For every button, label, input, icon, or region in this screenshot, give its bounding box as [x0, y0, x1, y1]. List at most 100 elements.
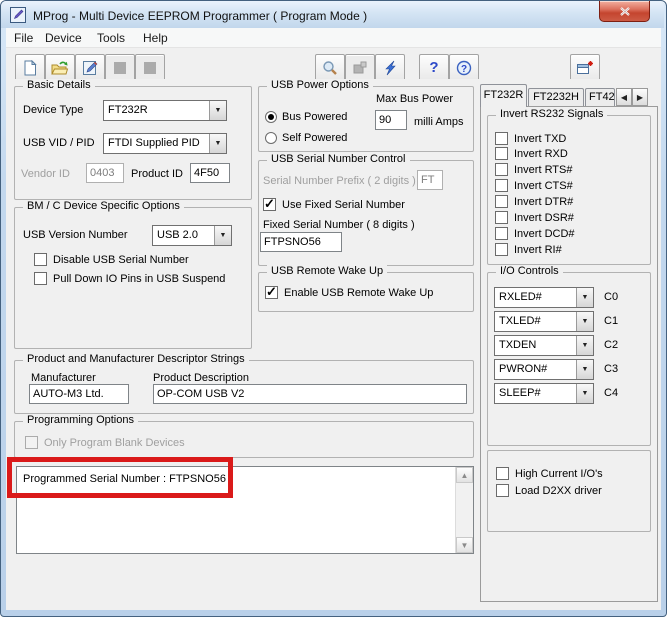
group-title: BM / C Device Specific Options	[23, 200, 184, 212]
blank-icon	[114, 61, 126, 74]
open-button[interactable]	[45, 54, 75, 81]
program-device-button[interactable]	[375, 54, 405, 81]
question-icon: ?	[429, 59, 439, 76]
dropdown-arrow-icon[interactable]	[209, 134, 226, 153]
enable-wakeup-checkbox[interactable]	[265, 284, 278, 300]
c1-select[interactable]: TXLED#	[494, 311, 594, 332]
group-title: Product and Manufacturer Descriptor Stri…	[23, 353, 249, 365]
group-title: Invert RS232 Signals	[496, 108, 608, 120]
max-bus-power-field[interactable]	[375, 110, 407, 130]
tab-ft4232h[interactable]: FT423	[585, 88, 615, 106]
c3-select[interactable]: PWRON#	[494, 359, 594, 380]
product-id-label: Product ID	[131, 168, 183, 180]
screenshot-root: MProg - Multi Device EEPROM Programmer (…	[0, 0, 667, 621]
c0-select[interactable]: RXLED#	[494, 287, 594, 308]
descriptor-strings-group: Product and Manufacturer Descriptor Stri…	[14, 353, 474, 414]
pull-down-io-label: Pull Down IO Pins in USB Suspend	[53, 273, 226, 285]
product-description-field[interactable]	[153, 384, 467, 404]
invert-ri-checkbox[interactable]	[495, 243, 508, 256]
invert-ri-label: Invert RI#	[514, 244, 562, 256]
c4-select[interactable]: SLEEP#	[494, 383, 594, 404]
high-current-label: High Current I/O's	[515, 468, 603, 480]
product-id-field[interactable]	[190, 163, 230, 183]
self-powered-radio[interactable]	[265, 132, 277, 144]
c4-pin-label: C4	[604, 387, 619, 399]
c0-pin-label: C0	[604, 291, 619, 303]
remote-wakeup-group: USB Remote Wake Up Enable USB Remote Wak…	[258, 265, 474, 312]
invert-dtr-checkbox[interactable]	[495, 195, 508, 208]
c2-select[interactable]: TXDEN	[494, 335, 594, 356]
bus-powered-radio[interactable]	[265, 111, 277, 123]
menu-tools[interactable]: Tools	[97, 31, 125, 45]
milli-amps-label: milli Amps	[414, 116, 464, 128]
device-type-select[interactable]: FT232R	[103, 100, 227, 121]
disable-usb-serial-checkbox[interactable]	[34, 253, 47, 266]
invert-rts-checkbox[interactable]	[495, 163, 508, 176]
scroll-up-button[interactable]	[456, 467, 473, 483]
vid-pid-label: USB VID / PID	[23, 137, 95, 149]
dropdown-arrow-icon[interactable]	[576, 384, 593, 403]
tab-ft232r[interactable]: FT232R	[480, 84, 527, 107]
help-button[interactable]: ?	[419, 54, 449, 81]
device-type-label: Device Type	[23, 104, 84, 116]
menu-file[interactable]: File	[14, 31, 33, 45]
pull-down-io-checkbox[interactable]	[34, 272, 47, 285]
vid-pid-select[interactable]: FTDI Supplied PID	[103, 133, 227, 154]
fixed-serial-field[interactable]	[260, 232, 342, 252]
dropdown-arrow-icon[interactable]	[214, 226, 231, 245]
menu-help[interactable]: Help	[143, 31, 168, 45]
only-blank-checkbox	[25, 436, 38, 449]
invert-txd-label: Invert TXD	[514, 133, 567, 145]
edit-button[interactable]	[75, 54, 105, 81]
bm-options-group: BM / C Device Specific Options USB Versi…	[14, 200, 252, 349]
disable-usb-serial-label: Disable USB Serial Number	[53, 254, 189, 266]
manufacturer-field[interactable]	[29, 384, 129, 404]
exit-button[interactable]	[570, 54, 600, 81]
app-icon[interactable]	[10, 7, 26, 23]
output-scrollbar	[455, 467, 473, 553]
disabled-button-2	[135, 54, 165, 81]
dropdown-arrow-icon[interactable]	[209, 101, 226, 120]
use-fixed-serial-checkbox[interactable]	[263, 196, 276, 212]
tab-scroll-right-button[interactable]	[632, 88, 648, 106]
group-title: I/O Controls	[496, 265, 563, 277]
group-title: USB Serial Number Control	[267, 153, 410, 165]
scroll-down-button[interactable]	[456, 537, 473, 553]
only-blank-label: Only Program Blank Devices	[44, 437, 185, 449]
dropdown-arrow-icon[interactable]	[576, 312, 593, 331]
about-button[interactable]: ?	[449, 54, 479, 81]
serial-prefix-label: Serial Number Prefix ( 2 digits )	[263, 175, 416, 187]
menu-bar: File Device Tools Help	[6, 28, 661, 48]
invert-rxd-checkbox[interactable]	[495, 147, 508, 160]
group-title: USB Remote Wake Up	[267, 265, 388, 277]
invert-signals-group: Invert RS232 Signals Invert TXD Invert R…	[487, 108, 651, 265]
output-log: Programmed Serial Number : FTPSNO56	[16, 466, 474, 554]
menu-device[interactable]: Device	[45, 31, 82, 45]
close-button[interactable]	[599, 1, 650, 22]
invert-cts-checkbox[interactable]	[495, 179, 508, 192]
open-folder-icon	[51, 61, 69, 74]
invert-dcd-checkbox[interactable]	[495, 227, 508, 240]
new-file-icon	[24, 59, 37, 75]
dropdown-arrow-icon[interactable]	[576, 360, 593, 379]
programming-options-group: Programming Options Only Program Blank D…	[14, 414, 474, 458]
high-current-checkbox[interactable]	[496, 467, 509, 480]
dropdown-arrow-icon[interactable]	[576, 336, 593, 355]
dropdown-arrow-icon[interactable]	[576, 288, 593, 307]
load-d2xx-checkbox[interactable]	[496, 484, 509, 497]
self-powered-label: Self Powered	[282, 132, 348, 144]
read-device-button[interactable]	[315, 54, 345, 81]
new-button[interactable]	[15, 54, 45, 81]
io-controls-group: I/O Controls RXLED# C0 TXLED# C1 TXDEN C…	[487, 265, 651, 446]
usb-version-select[interactable]: USB 2.0	[152, 225, 232, 246]
tab-scroll-left-button[interactable]	[616, 88, 632, 106]
close-icon	[619, 6, 630, 16]
manufacturer-label: Manufacturer	[31, 372, 96, 384]
invert-dsr-checkbox[interactable]	[495, 211, 508, 224]
serial-prefix-field	[417, 170, 443, 190]
invert-txd-checkbox[interactable]	[495, 132, 508, 145]
use-fixed-serial-label: Use Fixed Serial Number	[282, 199, 405, 211]
erase-icon	[353, 61, 367, 73]
invert-rts-label: Invert RTS#	[514, 164, 573, 176]
tab-ft2232h[interactable]: FT2232H	[528, 88, 584, 106]
